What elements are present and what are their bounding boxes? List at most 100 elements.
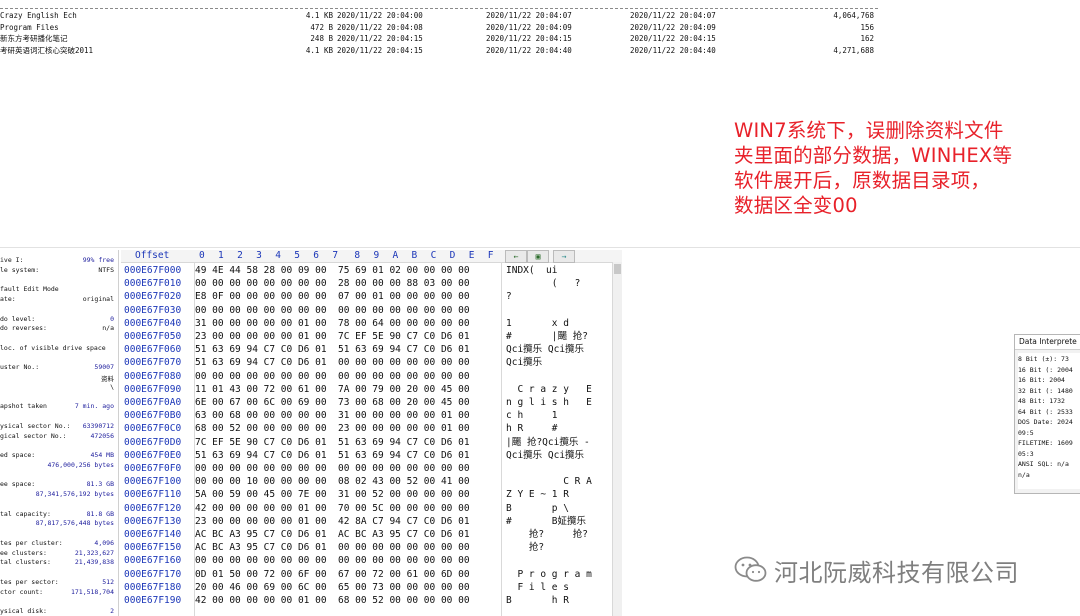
info-value: 2: [110, 607, 114, 615]
hex-offset: 000E67F140: [124, 529, 182, 540]
info-key: ee space:: [0, 480, 36, 489]
hex-offset: 000E67F070: [124, 357, 182, 369]
hex-text: # |颺 抢?: [506, 331, 588, 342]
hex-offset: 000E67F000: [124, 265, 182, 276]
file-size: 4.1 KB: [305, 11, 333, 20]
file-created: 2020/11/22 20:04:08: [337, 22, 423, 32]
annotation-line: 夹里面的部分数据，WINHEX等: [734, 144, 1013, 167]
hex-column-header: 2: [237, 250, 243, 261]
file-row[interactable]: Program Files 472 B 2020/11/22 20:04:08 202…: [0, 22, 878, 33]
hex-bytes: 23 00 00 00 00 00 01 00 7C EF 5E 90 C7 C…: [195, 331, 470, 342]
file-size: 248 B: [310, 34, 333, 44]
toolbar-forward-icon[interactable]: →: [553, 250, 575, 263]
hex-column-header: 9: [373, 250, 380, 261]
info-value: 21,323,627: [74, 548, 114, 557]
hex-offset: 000E67F0F0: [124, 463, 182, 474]
hex-bytes: 51 63 69 94 C7 C0 D6 01 51 63 69 94 C7 C…: [195, 344, 470, 356]
info-key: gical sector No.:: [0, 431, 67, 440]
file-list: Crazy English Ech 4.1 KB 2020/11/22 20:04:…: [0, 8, 878, 58]
file-row[interactable]: 新东方考研播化笔记 248 B 2020/11/22 20:04:15 2020/11…: [0, 33, 878, 44]
hex-offset: 000E67F110: [124, 489, 182, 501]
divider: [0, 247, 1080, 248]
hex-offset: 000E67F100: [124, 476, 182, 488]
hex-text: ( ?: [506, 278, 581, 290]
hex-offset: 000E67F040: [124, 317, 182, 329]
info-key: uster No.:: [0, 363, 40, 372]
toolbar-back-icon[interactable]: ←: [505, 250, 527, 263]
hex-bytes: 42 00 00 00 00 00 01 00 70 00 5C 00 00 0…: [195, 502, 470, 514]
file-modified: 2020/11/22 20:04:07: [486, 11, 572, 20]
hex-bytes: 51 63 69 94 C7 C0 D6 01 00 00 00 00 00 0…: [195, 357, 470, 369]
file-value: 4,064,768: [833, 11, 874, 20]
hex-column-header: 5: [294, 250, 300, 261]
hex-text: B p \: [506, 502, 569, 514]
watermark-text: 河北阮威科技有限公司: [774, 558, 1019, 587]
hex-offset: 000E67F190: [124, 595, 182, 606]
info-value: 87,341,576,192 bytes: [35, 490, 114, 498]
toolbar-save-icon[interactable]: ▣: [527, 250, 549, 263]
interpreter-row: 32 Bit (: 1480: [1018, 386, 1073, 395]
hex-bytes: 00 00 00 00 00 00 00 00 00 00 00 00 00 0…: [195, 304, 470, 316]
hex-column-header: 4: [275, 250, 281, 261]
data-interpreter-body: 8 Bit (±): 73 16 Bit (: 2004 16 Bit: 200…: [1018, 353, 1080, 489]
info-key: tes per cluster:: [0, 538, 63, 547]
interpreter-row: FILETIME: 1609: [1018, 439, 1073, 447]
scrollbar-thumb[interactable]: [614, 264, 621, 274]
hex-column-header: 8: [354, 250, 361, 261]
hex-bytes: 00 00 00 00 00 00 00 00 00 00 00 00 00 0…: [195, 463, 470, 474]
interpreter-row: 05:3: [1018, 449, 1034, 458]
hex-column-header: 7: [332, 250, 339, 261]
hex-offset: 000E67F0D0: [124, 436, 182, 448]
hex-text: c h 1: [506, 410, 558, 422]
hex-bytes: 20 00 46 00 69 00 6C 00 65 00 73 00 00 0…: [195, 581, 470, 593]
info-value: 59007: [94, 363, 114, 372]
info-value: 512: [102, 577, 114, 586]
hex-offset: 000E67F130: [124, 515, 182, 527]
watermark: 河北阮威科技有限公司: [734, 552, 1019, 588]
file-value: 4,271,688: [833, 45, 874, 55]
info-key: tes per sector:: [0, 577, 59, 586]
interpreter-row: 64 Bit (: 2533: [1018, 407, 1073, 416]
info-value: 0: [110, 314, 114, 323]
hex-bytes: AC BC A3 95 C7 C0 D6 01 AC BC A3 95 C7 C…: [195, 529, 470, 540]
hex-bytes: 42 00 00 00 00 00 01 00 68 00 52 00 00 0…: [195, 595, 470, 606]
hex-bytes: 7C EF 5E 90 C7 C0 D6 01 51 63 69 94 C7 C…: [195, 436, 470, 448]
hex-offset: 000E67F0E0: [124, 449, 182, 461]
hex-offset: 000E67F050: [124, 331, 182, 342]
info-value: \: [110, 382, 114, 391]
file-row[interactable]: Crazy English Ech 4.1 KB 2020/11/22 20:04:…: [0, 10, 878, 21]
hex-offset: 000E67F170: [124, 568, 182, 580]
hex-offset: 000E67F0C0: [124, 423, 182, 435]
file-name: 考研英语词汇核心突破2011: [0, 45, 94, 55]
hex-offset: 000E67F180: [124, 581, 182, 593]
hex-offset: 000E67F160: [124, 555, 182, 567]
info-key: ysical disk:: [0, 607, 47, 615]
interpreter-row: n/a: [1018, 470, 1030, 479]
vertical-scrollbar[interactable]: [612, 262, 622, 616]
hex-text: Z Y E ~ 1 R: [506, 489, 569, 501]
wechat-icon: [734, 556, 767, 582]
hex-bytes: 00 00 00 00 00 00 00 00 00 00 00 00 00 0…: [195, 370, 470, 382]
info-key: ate:: [0, 295, 16, 303]
data-interpreter-window[interactable]: Data Interprete 8 Bit (±): 73 16 Bit (: …: [1014, 334, 1080, 494]
hex-bytes: 00 00 00 10 00 00 00 00 08 02 43 00 52 0…: [195, 476, 470, 488]
file-created: 2020/11/22 20:04:15: [337, 45, 423, 55]
hex-bytes: AC BC A3 95 C7 C0 D6 01 00 00 00 00 00 0…: [195, 542, 470, 554]
hex-column-header: 1: [218, 250, 224, 261]
interpreter-row: 16 Bit: 2004: [1018, 376, 1065, 384]
info-value: 476,000,256 bytes: [47, 460, 114, 469]
file-accessed: 2020/11/22 20:04:07: [630, 11, 716, 20]
file-accessed: 2020/11/22 20:04:15: [630, 34, 716, 44]
offset-header: Offset: [135, 250, 170, 261]
file-modified: 2020/11/22 20:04:40: [486, 45, 572, 55]
file-name: Crazy English Ech: [0, 11, 77, 20]
file-row[interactable]: 考研英语词汇核心突破2011 4.1 KB 2020/11/22 20:04:15 2…: [0, 45, 878, 56]
hex-bytes: 49 4E 44 58 28 00 09 00 75 69 01 02 00 0…: [195, 265, 470, 276]
hex-offset: 000E67F120: [124, 502, 182, 514]
hex-editor[interactable]: Offset 0 1 2 3 4 5 6 7 8 9 A B C D E F ← ▣ → 000E67F000…: [121, 250, 622, 616]
info-key: loc. of visible drive space: [0, 343, 106, 352]
info-value: 171,518,704: [70, 587, 114, 596]
annotation-line: WIN7系统下，误删除资料文件: [734, 119, 1004, 142]
interpreter-row: 09:5: [1018, 428, 1034, 437]
hex-column-header: 3: [256, 250, 262, 261]
